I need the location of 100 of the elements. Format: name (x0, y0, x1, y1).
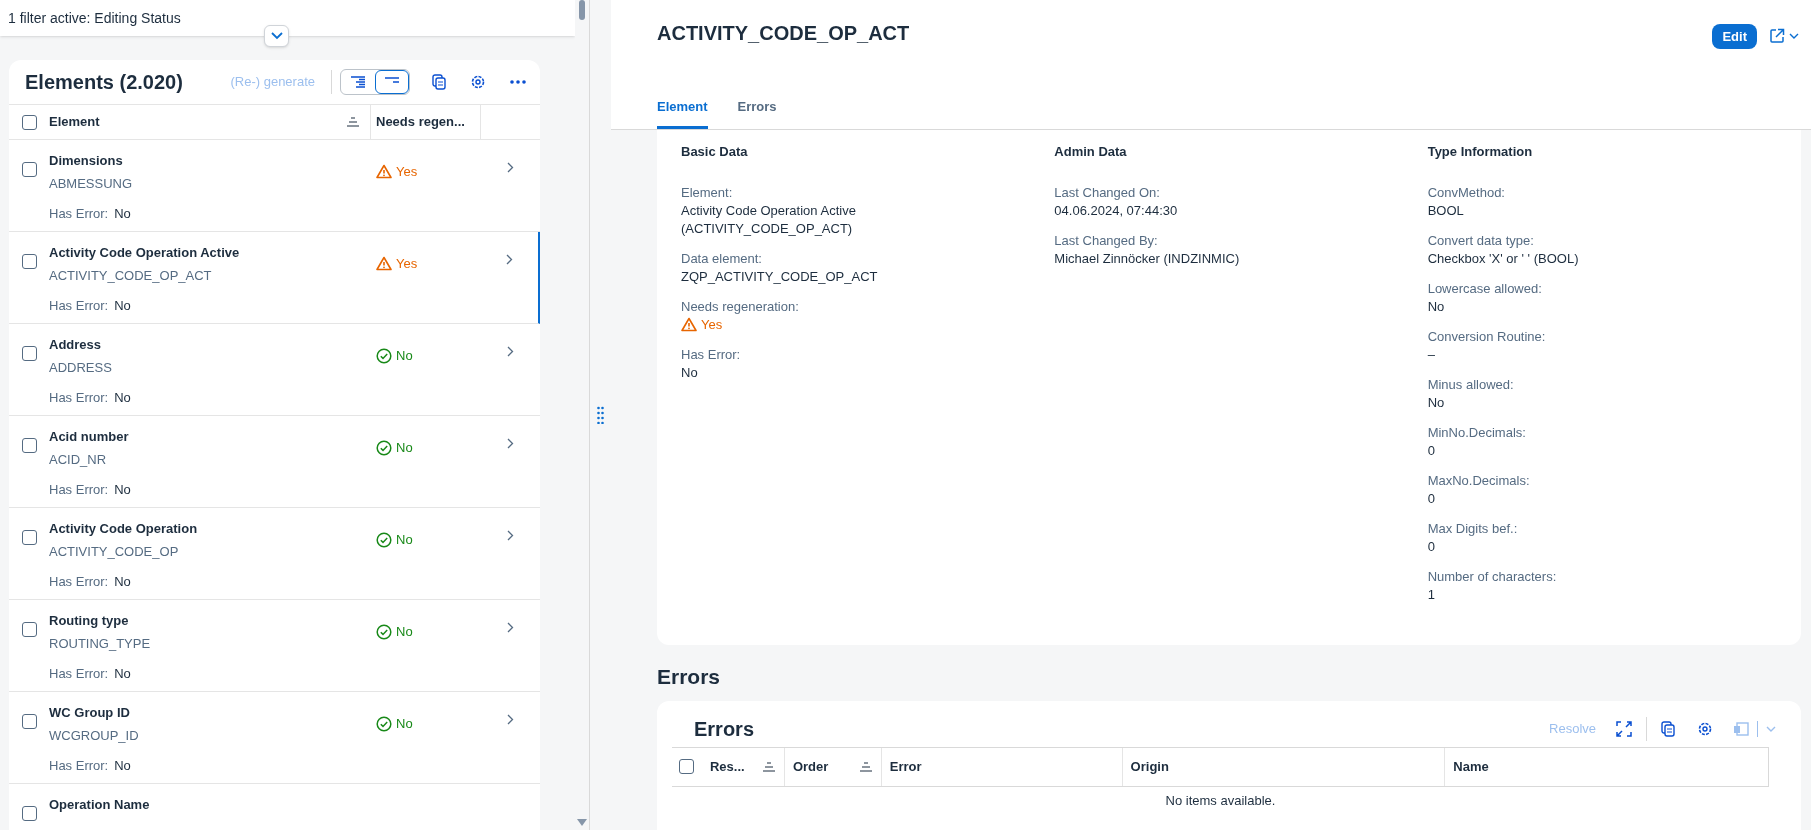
element-code: ACTIVITY_CODE_OP (49, 543, 180, 560)
field-label: Convert data type: (1427, 231, 1535, 250)
list-compact-icon[interactable] (375, 70, 409, 94)
element-name: Dimensions (49, 152, 124, 169)
chevron-right-icon[interactable] (507, 162, 514, 173)
element-name: Routing type (49, 612, 130, 629)
field-value: No (114, 664, 131, 683)
field-value: 1 (1427, 585, 1436, 604)
field-label: Number of characters: (1427, 567, 1558, 586)
chevron-right-icon[interactable] (507, 346, 514, 357)
list-row[interactable]: Dimensions ABMESSUNG Has Error: No Yes (9, 140, 540, 232)
sort-icon[interactable] (858, 761, 873, 772)
field-label: Data element: (681, 249, 763, 268)
group-title: Admin Data (1054, 143, 1128, 161)
settings-icon[interactable] (1697, 720, 1713, 737)
element-code: ABMESSUNG (49, 175, 134, 192)
status-indicator: No (376, 438, 413, 458)
field-value: 0 (1427, 537, 1436, 556)
field-label: MinNo.Decimals: (1427, 423, 1527, 442)
tab[interactable]: Errors (737, 96, 777, 129)
column-header[interactable]: Needs regen... (376, 112, 465, 132)
share-icon[interactable] (1769, 28, 1799, 44)
status-indicator: No (376, 530, 413, 550)
field-label: ConvMethod: (1427, 183, 1506, 202)
scrollbar-thumb[interactable] (579, 0, 585, 20)
field-value: No (114, 572, 131, 591)
element-code: ACTIVITY_CODE_OP_ACT (49, 267, 213, 284)
table-title: Errors (694, 716, 755, 742)
table-title: Elements (2.020) (25, 70, 183, 95)
field-value: No (114, 388, 131, 407)
field-label: Has Error: (49, 756, 109, 775)
column-header[interactable]: Element (49, 112, 100, 132)
row-checkbox[interactable] (21, 714, 37, 729)
group-title: Basic Data (681, 143, 749, 161)
field-label: Last Changed By: (1054, 231, 1159, 250)
chevron-down-icon (270, 32, 283, 40)
fullscreen-icon[interactable] (1616, 720, 1632, 737)
field-label: Max Digits bef.: (1427, 519, 1519, 538)
field-label: Element: (681, 183, 734, 202)
field-value: BOOL (1427, 201, 1465, 220)
chevron-right-icon[interactable] (506, 254, 513, 265)
sort-icon[interactable] (761, 761, 776, 772)
column-header[interactable]: Order (792, 756, 873, 777)
field-label: Lowercase allowed: (1427, 279, 1543, 298)
more-icon[interactable] (510, 80, 526, 84)
scroll-down-arrow-icon[interactable] (577, 819, 587, 826)
list-row[interactable]: WC Group ID WCGROUP_ID Has Error: No No (9, 692, 540, 784)
list-row[interactable]: Acid number ACID_NR Has Error: No No (9, 416, 540, 508)
element-code: WCGROUP_ID (49, 727, 140, 744)
element-code: ROUTING_TYPE (49, 635, 152, 652)
field-value: 04.06.2024, 07:44:30 (1054, 201, 1179, 220)
list-row[interactable]: Routing type ROUTING_TYPE Has Error: No No (9, 600, 540, 692)
settings-icon[interactable] (470, 74, 486, 90)
list-row[interactable]: Operation Name (9, 784, 540, 830)
row-checkbox[interactable] (21, 806, 37, 821)
expand-header-button[interactable] (264, 25, 289, 47)
status-indicator: No (376, 346, 413, 366)
status-indicator: Yes (376, 162, 418, 182)
list-row[interactable]: Activity Code Operation ACTIVITY_CODE_OP Has Error: No No (9, 508, 540, 600)
field-value: No (1427, 297, 1446, 316)
select-all-checkbox[interactable] (21, 114, 37, 130)
field-label: Last Changed On: (1054, 183, 1161, 202)
copy-icon[interactable] (1661, 720, 1675, 737)
chevron-right-icon[interactable] (507, 622, 514, 633)
column-header[interactable]: Origin (1130, 756, 1437, 777)
column-header[interactable]: Name (1453, 756, 1760, 777)
status-indicator: No (376, 622, 413, 642)
field-label: Has Error: (49, 572, 109, 591)
resize-grip-icon[interactable] (597, 406, 604, 424)
row-checkbox[interactable] (21, 622, 37, 637)
column-header[interactable]: Error (889, 756, 1114, 777)
section-heading: Errors (657, 664, 722, 690)
row-checkbox[interactable] (21, 254, 37, 269)
chevron-right-icon[interactable] (507, 530, 514, 541)
select-all-checkbox[interactable] (679, 759, 695, 774)
field-label: Has Error: (49, 296, 109, 315)
field-value: – (1427, 345, 1436, 364)
field-value: Activity Code Operation Active (ACTIVITY_CODE_OP_ACT) (681, 201, 857, 238)
status-indicator: Yes (376, 254, 418, 274)
copy-icon[interactable] (432, 74, 446, 90)
field-value: 0 (1427, 489, 1436, 508)
sort-icon[interactable] (346, 117, 360, 127)
row-checkbox[interactable] (21, 162, 37, 177)
list-row[interactable]: Address ADDRESS Has Error: No No (9, 324, 540, 416)
field-label: Conversion Routine: (1427, 327, 1547, 346)
chevron-right-icon[interactable] (507, 714, 514, 725)
element-name: Activity Code Operation Active (49, 244, 241, 261)
field-value: Checkbox 'X' or ' ' (BOOL) (1427, 249, 1580, 268)
edit-button[interactable]: Edit (1712, 24, 1757, 49)
field-label: Minus allowed: (1427, 375, 1515, 394)
list-row[interactable]: Activity Code Operation Active ACTIVITY_CODE_OP_ACT Has Error: No Yes (9, 232, 540, 324)
row-checkbox[interactable] (21, 346, 37, 361)
row-checkbox[interactable] (21, 530, 37, 545)
row-checkbox[interactable] (21, 438, 37, 453)
status-indicator: Yes (681, 315, 723, 334)
status-indicator: No (376, 714, 413, 734)
field-label: MaxNo.Decimals: (1427, 471, 1531, 490)
column-header[interactable]: Res... (709, 756, 776, 777)
element-code: ADDRESS (49, 359, 113, 376)
chevron-right-icon[interactable] (507, 438, 514, 449)
